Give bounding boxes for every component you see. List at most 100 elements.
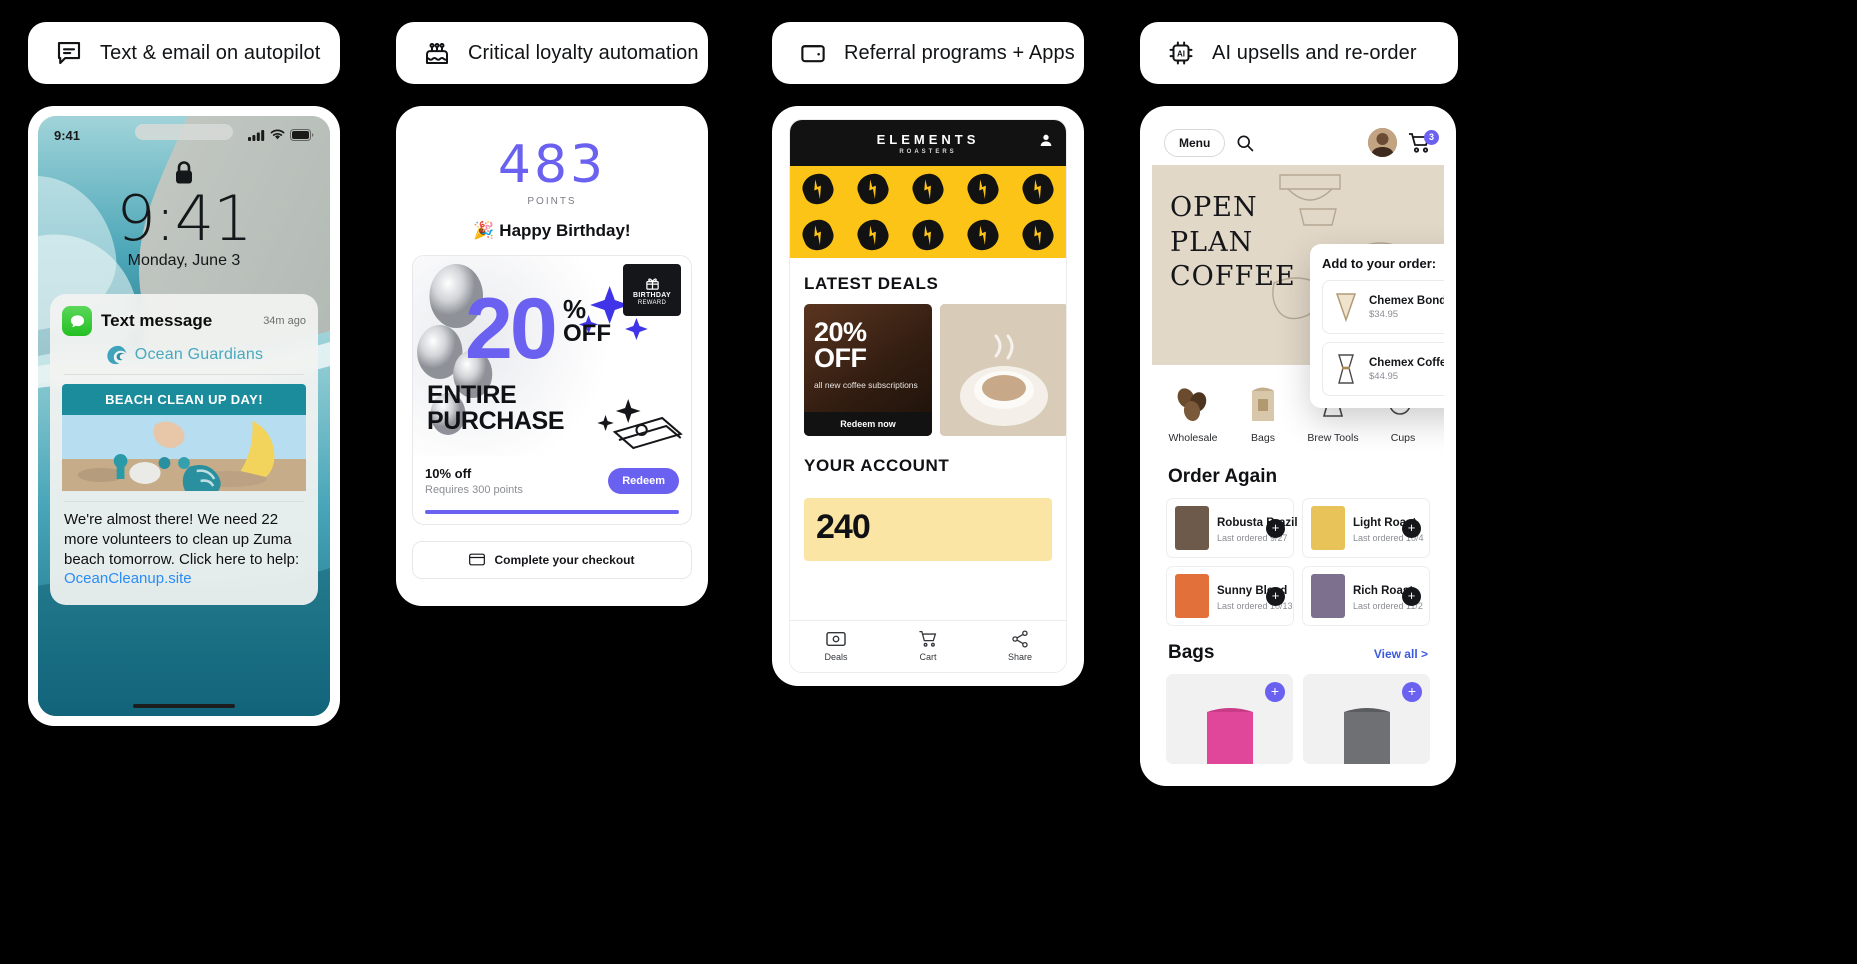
- redeem-now-button[interactable]: Redeem now: [804, 412, 932, 436]
- last-ordered-date: Last ordered 10/13: [1217, 601, 1293, 611]
- tab-label: Share: [1007, 652, 1033, 662]
- status-time: 9:41: [54, 127, 81, 143]
- order-again-header: Order Again: [1152, 450, 1444, 498]
- credit-card-icon: [469, 553, 486, 566]
- bean-bolt-glyph: [869, 225, 876, 246]
- deal-card-photo[interactable]: [940, 304, 1066, 436]
- add-to-cart-button[interactable]: +: [1402, 682, 1422, 702]
- home-indicator: [133, 704, 235, 708]
- upsell-item-name: Chemex Coffeemaker: [1369, 356, 1444, 369]
- cart-button[interactable]: 3: [1407, 129, 1439, 154]
- tab-share[interactable]: Share: [974, 630, 1066, 662]
- coffee-bean-icon: [798, 169, 838, 209]
- brand-row: Ocean Guardians: [62, 344, 306, 366]
- offer-entire-purchase: ENTIRE PURCHASE: [427, 381, 565, 435]
- avatar[interactable]: [1368, 128, 1397, 157]
- messages-app-icon: [62, 306, 92, 336]
- product-info: Sunny Blend Last ordered 10/13: [1217, 581, 1293, 611]
- tab-label: Cart: [919, 652, 937, 662]
- dynamic-island: [135, 124, 233, 140]
- add-to-cart-button[interactable]: +: [1402, 518, 1421, 538]
- coffee-bean-pattern: [790, 166, 1066, 258]
- coffee-bean-icon: [908, 169, 948, 209]
- app-header: ELEMENTS ROASTERS: [790, 120, 1066, 166]
- feature-pill-text-email[interactable]: Text & email on autopilot: [28, 22, 340, 84]
- deal-card-subscription[interactable]: 20% OFF all new coffee subscriptions Red…: [804, 304, 932, 436]
- redeem-button[interactable]: Redeem: [608, 467, 679, 494]
- ticket-icon: [826, 631, 846, 647]
- upsell-item-info: Chemex Bonded Filter $34.95: [1369, 295, 1444, 320]
- divider: [64, 374, 304, 375]
- brand-logo: ELEMENTS: [876, 131, 980, 147]
- notification-link[interactable]: OceanCleanup.site: [64, 570, 192, 587]
- coffee-bean-icon: [798, 215, 838, 255]
- tab-deals[interactable]: Deals: [790, 630, 882, 662]
- chemex-glyph: [1338, 354, 1354, 384]
- add-to-cart-button[interactable]: +: [1266, 586, 1285, 606]
- feature-pill-ai-upsell[interactable]: AI AI upsells and re-order: [1140, 22, 1458, 84]
- brand-logo-subtitle: ROASTERS: [899, 148, 957, 155]
- category-bags[interactable]: Bags: [1228, 377, 1298, 444]
- category-wholesale[interactable]: Wholesale: [1158, 377, 1228, 444]
- order-again-item[interactable]: Robusta Brazil Last ordered 9/27 +: [1166, 498, 1298, 558]
- upsell-item[interactable]: Chemex Coffeemaker $44.95 +: [1322, 342, 1444, 396]
- product-thumbnail: [1311, 506, 1345, 550]
- product-thumbnail: [1175, 506, 1209, 550]
- order-again-grid: Robusta Brazil Last ordered 9/27 + Light…: [1152, 498, 1444, 626]
- feature-pill-loyalty[interactable]: Critical loyalty automation: [396, 22, 708, 84]
- bags-grid: + +: [1152, 674, 1444, 764]
- ocean-guardians-logo-icon: [107, 345, 127, 365]
- lockscreen-clock: 9:41: [116, 182, 252, 255]
- feature-pill-label: Critical loyalty automation: [468, 41, 699, 64]
- offer-artwork: 20 % OFF ENTIRE PURCHASE BIRTHDAY REWARD: [413, 255, 691, 456]
- upsell-item-price: $34.95: [1369, 308, 1399, 320]
- phone-loyalty-mockup: 483 POINTS 🎉 Happy Birthday! 20 % OFF EN…: [396, 106, 708, 606]
- add-to-cart-button[interactable]: +: [1265, 682, 1285, 702]
- category-label: Bags: [1251, 432, 1275, 444]
- bean-bolt-glyph: [979, 225, 987, 246]
- offer-discount-number: 20: [465, 280, 558, 377]
- order-again-item[interactable]: Light Roast Last ordered 10/4 +: [1302, 498, 1430, 558]
- offer-requirement: Requires 300 points: [425, 483, 523, 496]
- order-again-item[interactable]: Rich Roast Last ordered 11/2 +: [1302, 566, 1430, 626]
- tab-cart[interactable]: Cart: [882, 630, 974, 662]
- product-info: Rich Roast Last ordered 11/2: [1353, 581, 1423, 611]
- reward-offer-card[interactable]: 20 % OFF ENTIRE PURCHASE BIRTHDAY REWARD: [412, 254, 692, 525]
- search-icon[interactable]: [1235, 133, 1255, 153]
- menu-button[interactable]: Menu: [1164, 128, 1226, 157]
- bean-bolt-glyph: [924, 225, 931, 246]
- add-to-cart-button[interactable]: +: [1402, 586, 1421, 606]
- complete-checkout-button[interactable]: Complete your checkout: [412, 540, 692, 579]
- badge-line-2: REWARD: [637, 299, 667, 306]
- coffee-bean-icon: [1018, 215, 1058, 255]
- bag-product-card[interactable]: +: [1303, 674, 1430, 764]
- cart-icon: [919, 630, 937, 647]
- cellular-signal-icon: [248, 130, 265, 141]
- upsell-item-price: $44.95: [1369, 370, 1399, 382]
- category-label: Brew Tools: [1307, 432, 1359, 444]
- feature-pill-label: AI upsells and re-order: [1212, 41, 1417, 64]
- offer-footer-text: 10% off Requires 300 points: [425, 466, 608, 496]
- view-all-link[interactable]: View all >: [1374, 647, 1428, 661]
- add-to-cart-button[interactable]: +: [1266, 518, 1285, 538]
- upsell-item[interactable]: Chemex Bonded Filter $34.95 +: [1322, 280, 1444, 334]
- account-points-banner: 240: [804, 498, 1052, 561]
- feature-pill-referral[interactable]: Referral programs + Apps: [772, 22, 1084, 84]
- last-ordered-date: Last ordered 11/2: [1353, 601, 1423, 611]
- open-plan-coffee-app: Menu 3 OPEN PLAN COFFEE Wholesale Bags B…: [1152, 118, 1444, 774]
- text-message-notification[interactable]: Text message 34m ago Ocean Guardians BEA…: [50, 294, 318, 606]
- status-icons: [248, 129, 314, 141]
- chat-bubble-icon: [57, 41, 81, 65]
- coffee-bean-icon: [908, 215, 948, 255]
- svg-text:AI: AI: [1177, 49, 1185, 58]
- wifi-icon: [270, 129, 285, 140]
- account-avatar-icon[interactable]: [1038, 132, 1054, 148]
- upsell-item-info: Chemex Coffeemaker $44.95: [1369, 357, 1444, 382]
- order-again-item[interactable]: Sunny Blend Last ordered 10/13 +: [1166, 566, 1294, 626]
- wallet-icon: [801, 45, 825, 63]
- notification-title: Text message: [101, 311, 213, 330]
- points-progress-bar: [425, 509, 679, 514]
- screenshot-stage: Text & email on autopilot Critical loyal…: [0, 0, 1857, 964]
- latest-deals-title: LATEST DEALS: [804, 274, 939, 293]
- bag-product-card[interactable]: +: [1166, 674, 1293, 764]
